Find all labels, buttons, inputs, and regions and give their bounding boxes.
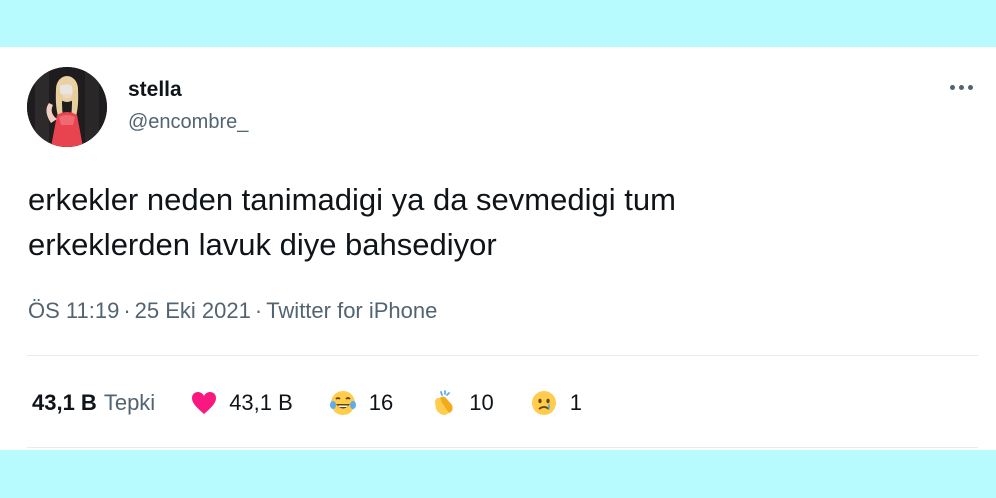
divider: [27, 355, 978, 356]
reaction-clapping[interactable]: 10: [429, 389, 494, 417]
avatar[interactable]: [27, 67, 107, 147]
reaction-stats: 43,1 B Tepki 43,1 B 16 10 1: [32, 388, 582, 418]
reaction-laughing[interactable]: 16: [329, 389, 393, 417]
crying-face-icon: [531, 391, 556, 415]
tweet-source[interactable]: Twitter for iPhone: [266, 298, 437, 323]
reaction-count: 43,1 B: [229, 390, 293, 415]
display-name[interactable]: stella: [128, 78, 182, 102]
reaction-crying[interactable]: 1: [530, 389, 582, 417]
divider: [27, 447, 978, 448]
total-reactions-label[interactable]: Tepki: [104, 390, 155, 416]
tweet-text-line: erkekler neden tanimadigi ya da sevmedig…: [28, 182, 676, 217]
tweet-meta: ÖS 11:19 · 25 Eki 2021 · Twitter for iPhone: [28, 298, 437, 324]
meta-separator: ·: [123, 298, 131, 323]
heart-icon: [192, 392, 217, 414]
tweet-text: erkekler neden tanimadigi ya da sevmedig…: [28, 177, 928, 267]
reaction-count: 16: [368, 390, 394, 415]
total-reactions-count[interactable]: 43,1 B: [32, 390, 97, 416]
tweet-date[interactable]: 25 Eki 2021: [135, 298, 251, 323]
clapping-hands-icon: [435, 390, 453, 415]
reaction-count: 10: [469, 390, 494, 415]
laughing-tears-icon: [329, 391, 356, 415]
tweet-time[interactable]: ÖS 11:19: [28, 298, 119, 323]
dot: [949, 84, 955, 90]
user-handle[interactable]: @encombre_: [128, 111, 248, 134]
dot: [958, 84, 964, 90]
meta-separator: ·: [254, 298, 263, 323]
reaction-heart[interactable]: 43,1 B: [191, 390, 293, 416]
avatar-image: [27, 67, 107, 147]
tweet-text-line: erkeklerden lavuk diye bahsediyor: [28, 227, 497, 262]
tweet-card: stella @encombre_ erkekler neden tanimad…: [0, 47, 996, 450]
reaction-count: 1: [569, 390, 583, 415]
dot: [967, 84, 973, 90]
more-options-icon[interactable]: [944, 77, 978, 97]
